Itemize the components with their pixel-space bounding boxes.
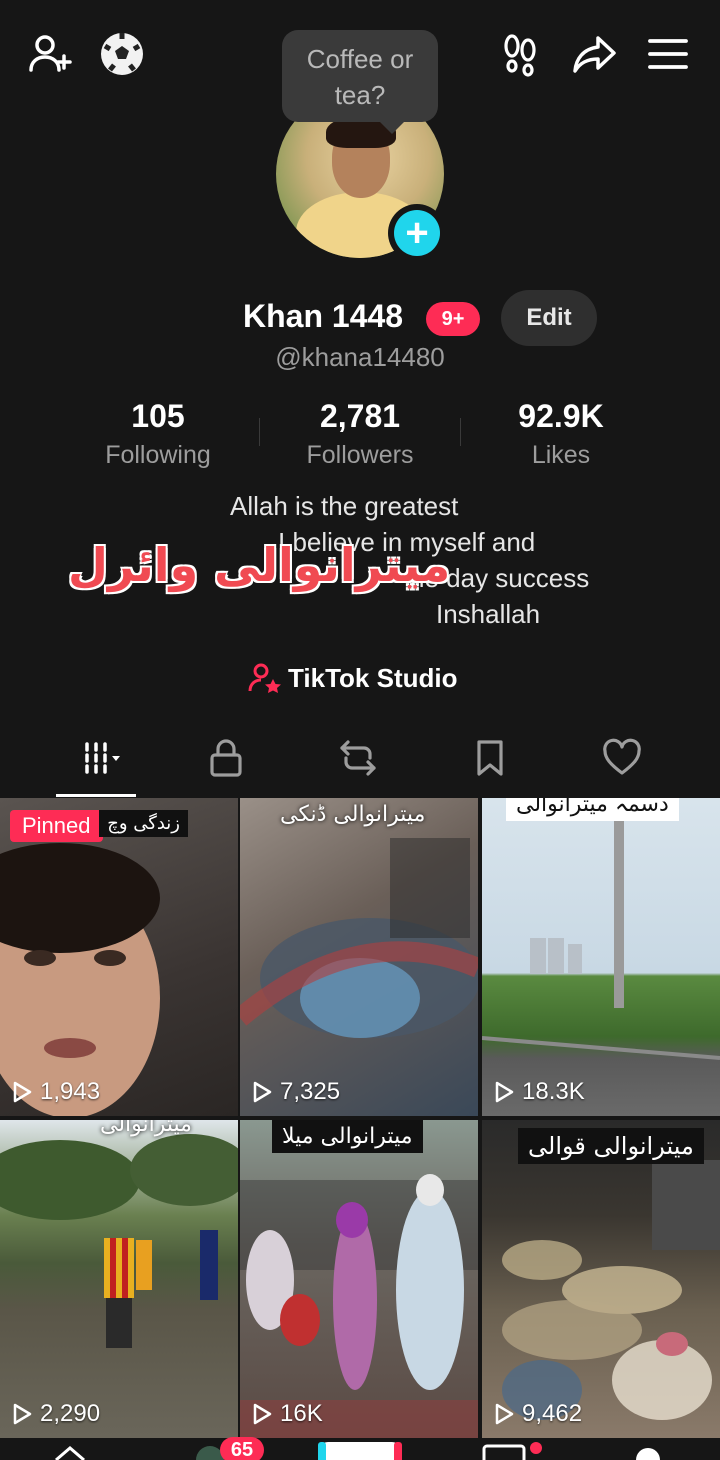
studio-label: TikTok Studio	[288, 662, 458, 693]
soccer-ball-icon[interactable]	[96, 28, 148, 80]
view-count: 9,462	[492, 1400, 582, 1428]
view-count-value: 1,943	[40, 1078, 101, 1105]
play-icon	[495, 1403, 514, 1425]
tooltip-bubble[interactable]: Coffee or tea?	[282, 30, 438, 134]
video-thumbnail[interactable]: میترانوالی 2,290	[0, 1120, 238, 1438]
add-story-button[interactable]: +	[388, 204, 446, 262]
stat-following-label: Following	[105, 441, 211, 469]
overlay-urdu-text: میترانوالی وائرل	[68, 538, 451, 592]
menu-icon[interactable]	[642, 28, 694, 80]
heart-icon	[603, 738, 641, 775]
inbox-badge[interactable]: 65	[220, 1437, 264, 1460]
view-count: 7,325	[250, 1078, 340, 1106]
view-count-value: 7,325	[280, 1078, 341, 1105]
view-count-value: 16K	[280, 1400, 323, 1427]
notification-badge[interactable]: 9+	[426, 302, 480, 336]
share-icon[interactable]	[568, 28, 620, 80]
thumbnail-art	[240, 1174, 478, 1438]
stat-likes-value: 92.9K	[518, 398, 604, 434]
stat-likes[interactable]: 92.9K Likes	[461, 398, 661, 470]
view-count: 1,943	[10, 1078, 100, 1106]
video-caption: میترانوالی میلا	[272, 1120, 423, 1153]
thumbnail-art	[502, 1160, 720, 1420]
video-caption: میترانوالی	[100, 1120, 192, 1137]
name-row: Khan 1448 9+ Edit	[0, 290, 720, 346]
view-count: 16K	[250, 1400, 323, 1428]
bio-line-4: Inshallah	[436, 599, 541, 629]
video-thumbnail[interactable]: Pinned زندگی وچ 1,943	[0, 798, 238, 1116]
content-tabs	[0, 730, 720, 798]
tab-videos[interactable]	[72, 730, 132, 786]
thumbnail-art	[0, 1134, 238, 1348]
stat-followers-label: Followers	[306, 441, 414, 469]
tiktok-studio-link[interactable]: TikTok Studio	[248, 658, 457, 698]
pinned-badge: Pinned	[10, 810, 103, 842]
studio-person-star-icon	[248, 663, 281, 693]
stat-followers[interactable]: 2,781 Followers	[260, 398, 460, 470]
tooltip-line-2: tea?	[334, 80, 386, 110]
play-icon	[13, 1403, 32, 1425]
lock-icon	[210, 739, 242, 777]
view-count-value: 18.3K	[522, 1078, 585, 1105]
tab-liked[interactable]	[592, 730, 652, 786]
thumbnail-art	[240, 838, 478, 1038]
video-thumbnail[interactable]: دسمہ میترانوالی 18.3K	[482, 798, 720, 1116]
bottom-nav-icons	[55, 1442, 660, 1460]
play-icon	[253, 1081, 272, 1103]
thumbnail-art	[0, 843, 160, 1116]
tab-favorites[interactable]	[460, 730, 520, 786]
video-thumbnail[interactable]: میترانوالی میلا 16K	[240, 1120, 478, 1438]
plus-icon: +	[394, 210, 440, 256]
play-icon	[13, 1081, 32, 1103]
tooltip-line-1: Coffee or	[306, 44, 414, 74]
grid-icon	[85, 742, 120, 774]
stat-following[interactable]: 105 Following	[58, 398, 258, 470]
video-thumbnail[interactable]: میترانوالی ڈنکی 7,325	[240, 798, 478, 1116]
view-count-value: 2,290	[40, 1400, 101, 1427]
view-count: 2,290	[10, 1400, 100, 1428]
video-grid: Pinned زندگی وچ 1,943 میترانوالی ڈنکی 7,…	[0, 798, 720, 1438]
video-caption: میترانوالی قوالی	[518, 1128, 704, 1164]
bottom-nav	[0, 1438, 720, 1460]
thumbnail-art	[482, 818, 720, 1060]
active-tab-indicator	[56, 794, 136, 797]
bookmark-icon	[477, 740, 503, 776]
tab-private[interactable]	[196, 730, 256, 786]
video-caption: زندگی وچ	[99, 810, 188, 837]
stat-likes-label: Likes	[531, 441, 591, 469]
profile-name: Khan 1448	[243, 298, 404, 334]
tab-reposts[interactable]	[328, 730, 388, 786]
video-caption: میترانوالی ڈنکی	[280, 802, 426, 827]
video-thumbnail[interactable]: میترانوالی قوالی 9,462	[482, 1120, 720, 1438]
play-icon	[253, 1403, 272, 1425]
stat-following-value: 105	[131, 398, 185, 434]
view-count: 18.3K	[492, 1078, 585, 1106]
video-caption: دسمہ میترانوالی	[506, 798, 679, 821]
bio-line-1: Allah is the greatest	[230, 491, 459, 521]
add-friend-icon[interactable]	[24, 28, 76, 80]
footprints-icon[interactable]	[494, 28, 546, 80]
view-count-value: 9,462	[522, 1400, 583, 1427]
edit-button[interactable]: Edit	[501, 290, 597, 346]
play-icon	[495, 1081, 514, 1103]
repost-icon	[340, 740, 376, 776]
profile-handle: @khana14480	[275, 342, 445, 372]
stat-followers-value: 2,781	[319, 398, 401, 434]
